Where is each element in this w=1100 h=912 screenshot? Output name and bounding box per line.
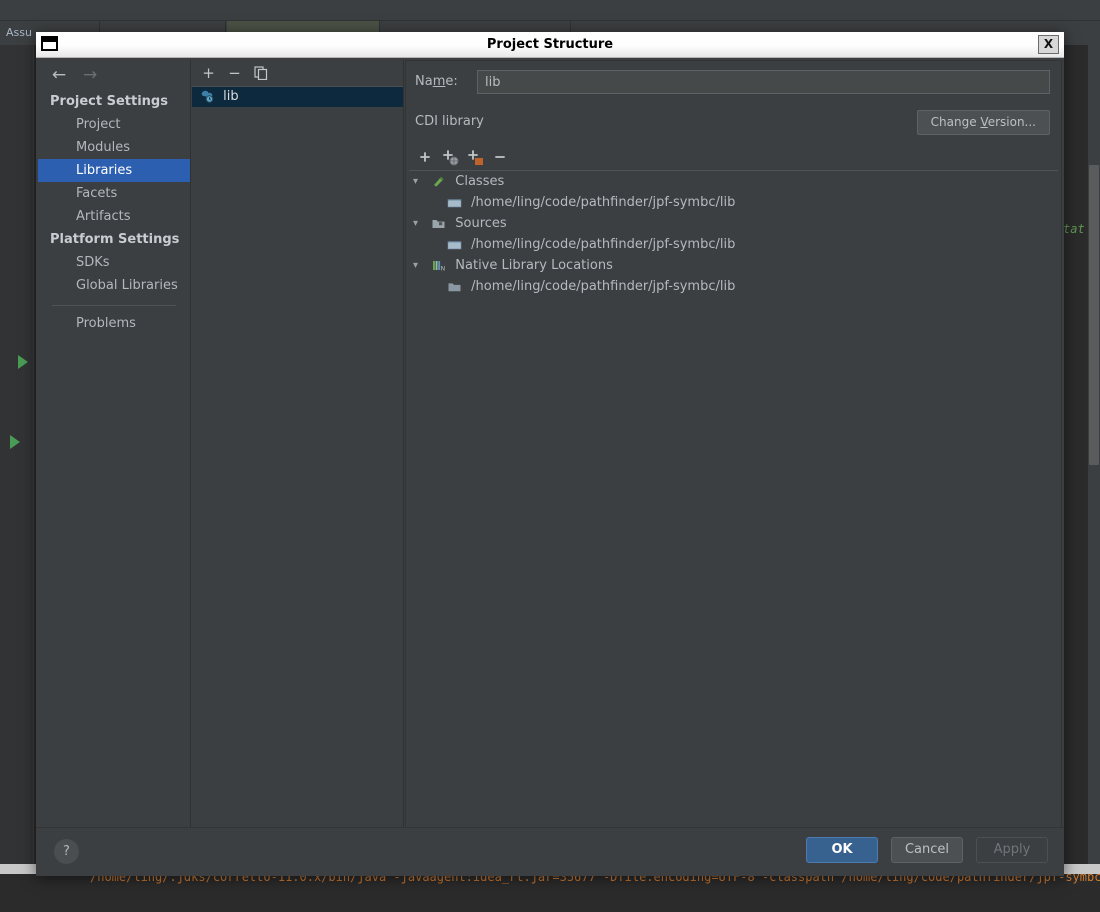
help-button[interactable]: ? [54, 839, 79, 864]
editor-tab-label: Assu [6, 26, 32, 39]
tree-node-label: Sources [455, 216, 506, 231]
jar-folder-icon [447, 195, 463, 209]
remove-root-button[interactable] [489, 146, 511, 168]
library-detail-panel: Name: CDI library Change Version... [405, 60, 1062, 849]
project-structure-dialog: Project Structure X ← → Project Settings… [36, 32, 1064, 876]
chevron-down-icon[interactable]: ▾ [413, 213, 427, 234]
tree-node-path[interactable]: /home/ling/code/pathfinder/jpf-symbc/lib [405, 234, 1062, 255]
tree-node-label: Native Library Locations [455, 258, 613, 273]
sidebar-item-project[interactable]: Project [38, 113, 190, 136]
tree-node-label: /home/ling/code/pathfinder/jpf-symbc/lib [471, 195, 735, 210]
name-label: Name: [415, 74, 458, 89]
sidebar-item-artifacts[interactable]: Artifacts [38, 205, 190, 228]
editor-scrollbar[interactable] [1088, 45, 1100, 865]
name-row: Name: [415, 70, 1050, 96]
sidebar-group-project-settings: Project Settings [38, 90, 190, 113]
add-url-root-button[interactable] [439, 146, 461, 168]
run-gutter-icon[interactable] [10, 435, 20, 449]
remove-library-button[interactable]: − [225, 64, 244, 83]
native-lib-icon: N [431, 258, 447, 272]
cancel-button[interactable]: Cancel [891, 837, 963, 863]
console-output: /home/ling/.jdks/corretto-11.0.x/bin/jav… [0, 874, 1100, 912]
tree-node-path[interactable]: /home/ling/code/pathfinder/jpf-symbc/lib [405, 276, 1062, 297]
sidebar-group-platform-settings: Platform Settings [38, 228, 190, 251]
library-roots-tree: ▾ Classes [405, 171, 1062, 827]
list-item-label: lib [223, 89, 238, 104]
dialog-footer: ? OK Cancel Apply [36, 827, 1064, 876]
roots-toolbar [411, 146, 711, 168]
chevron-down-icon[interactable]: ▾ [413, 255, 427, 276]
add-root-button[interactable] [414, 146, 436, 168]
copy-library-button[interactable] [251, 64, 270, 83]
library-list: lib [192, 86, 403, 849]
change-version-button[interactable]: Change Version... [917, 110, 1050, 135]
add-directory-root-button[interactable] [464, 146, 486, 168]
tree-node-label: Classes [455, 174, 504, 189]
library-list-toolbar: + − [192, 60, 403, 86]
ok-button[interactable]: OK [806, 837, 878, 863]
close-icon[interactable]: X [1038, 35, 1059, 54]
sidebar-list: Project Settings Project Modules Librari… [38, 90, 190, 335]
library-type-row: CDI library Change Version... [415, 110, 1050, 136]
library-list-panel: + − [192, 60, 404, 849]
sidebar-item-facets[interactable]: Facets [38, 182, 190, 205]
tree-node-native-library-locations[interactable]: ▾ N Native Library Locations [405, 255, 1062, 276]
tree-node-label: /home/ling/code/pathfinder/jpf-symbc/lib [471, 279, 735, 294]
dialog-body: ← → Project Settings Project Modules Lib… [36, 58, 1064, 851]
tree-node-sources[interactable]: ▾ Sources [405, 213, 1062, 234]
tree-node-path[interactable]: /home/ling/code/pathfinder/jpf-symbc/lib [405, 192, 1062, 213]
sources-icon [431, 216, 447, 230]
name-input[interactable] [477, 70, 1050, 94]
sidebar-item-problems[interactable]: Problems [38, 312, 190, 335]
svg-text:N: N [441, 266, 446, 273]
ide-toolbar [0, 0, 1100, 21]
forward-arrow-icon[interactable]: → [77, 64, 103, 86]
sidebar-item-modules[interactable]: Modules [38, 136, 190, 159]
editor-gutter [0, 45, 34, 865]
apply-button: Apply [976, 837, 1048, 863]
classes-icon [431, 174, 447, 188]
library-type-label: CDI library [415, 114, 484, 129]
settings-sidebar: ← → Project Settings Project Modules Lib… [38, 60, 191, 849]
chevron-down-icon[interactable]: ▾ [413, 171, 427, 192]
sidebar-divider [52, 305, 176, 306]
dialog-titlebar[interactable]: Project Structure X [36, 32, 1064, 58]
scrollbar-thumb[interactable] [1089, 165, 1099, 465]
jar-folder-icon [447, 237, 463, 251]
library-icon [200, 89, 215, 103]
tree-node-classes[interactable]: ▾ Classes [405, 171, 1062, 192]
run-gutter-icon[interactable] [18, 355, 28, 369]
sidebar-item-libraries[interactable]: Libraries [38, 159, 190, 182]
add-library-button[interactable]: + [199, 64, 218, 83]
back-arrow-icon[interactable]: ← [46, 64, 72, 86]
list-item[interactable]: lib [192, 87, 403, 107]
sidebar-item-sdks[interactable]: SDKs [38, 251, 190, 274]
tree-node-label: /home/ling/code/pathfinder/jpf-symbc/lib [471, 237, 735, 252]
dialog-title: Project Structure [36, 32, 1064, 58]
sidebar-item-global-libraries[interactable]: Global Libraries [38, 274, 190, 297]
code-fragment: tat [1063, 222, 1085, 236]
navigation-arrows: ← → [46, 64, 103, 88]
folder-icon [447, 279, 463, 293]
